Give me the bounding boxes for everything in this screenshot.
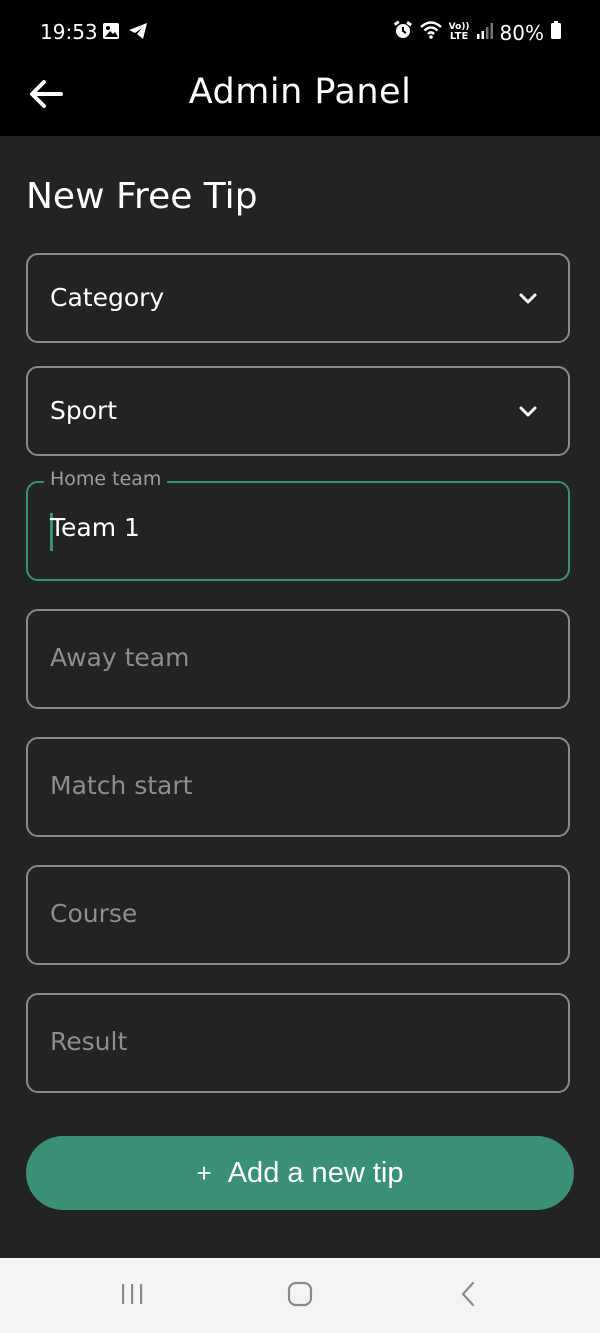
system-nav-bar bbox=[0, 1258, 600, 1333]
result-field[interactable]: Result bbox=[26, 993, 570, 1093]
home-team-field[interactable]: Home team Team 1 bbox=[26, 468, 570, 581]
image-icon bbox=[102, 22, 120, 44]
home-team-label: Home team bbox=[44, 468, 168, 490]
recent-apps-button[interactable] bbox=[112, 1280, 152, 1312]
status-right-icons: Vo)) LTE 80% bbox=[393, 20, 562, 45]
lte-label: LTE bbox=[449, 31, 469, 42]
recent-apps-icon bbox=[118, 1282, 146, 1310]
alarm-icon bbox=[393, 20, 413, 45]
signal-icon bbox=[476, 21, 494, 45]
status-left-icons bbox=[102, 22, 148, 44]
telegram-icon bbox=[128, 22, 148, 44]
battery-icon bbox=[550, 20, 562, 45]
wifi-icon bbox=[419, 20, 443, 45]
status-bar: 19:53 Vo)) LTE 80% bbox=[0, 0, 600, 64]
match-start-placeholder: Match start bbox=[50, 771, 193, 800]
sport-dropdown[interactable]: Sport bbox=[26, 366, 570, 456]
course-placeholder: Course bbox=[50, 899, 138, 928]
sport-value: Sport bbox=[50, 396, 118, 425]
away-team-field[interactable]: Away team bbox=[26, 609, 570, 709]
add-tip-button[interactable]: + Add a new tip bbox=[26, 1136, 574, 1210]
home-icon bbox=[286, 1280, 314, 1312]
nav-back-button[interactable] bbox=[448, 1280, 488, 1312]
app-bar: Admin Panel bbox=[0, 64, 600, 136]
plus-icon: + bbox=[196, 1157, 212, 1188]
back-icon bbox=[458, 1280, 478, 1312]
away-team-placeholder: Away team bbox=[50, 643, 190, 672]
home-team-value: Team 1 bbox=[50, 513, 140, 542]
result-placeholder: Result bbox=[50, 1027, 128, 1056]
battery-percent: 80% bbox=[499, 20, 544, 45]
home-button[interactable] bbox=[280, 1280, 320, 1312]
page-title: New Free Tip bbox=[26, 176, 258, 217]
category-dropdown[interactable]: Category bbox=[26, 253, 570, 343]
app-title: Admin Panel bbox=[188, 72, 412, 112]
course-field[interactable]: Course bbox=[26, 865, 570, 965]
volte-icon: Vo)) LTE bbox=[448, 22, 470, 42]
chevron-down-icon bbox=[518, 291, 538, 310]
category-value: Category bbox=[50, 283, 165, 312]
add-tip-label: Add a new tip bbox=[227, 1156, 404, 1189]
chevron-down-icon bbox=[518, 404, 538, 423]
status-time: 19:53 bbox=[40, 20, 98, 44]
match-start-field[interactable]: Match start bbox=[26, 737, 570, 837]
